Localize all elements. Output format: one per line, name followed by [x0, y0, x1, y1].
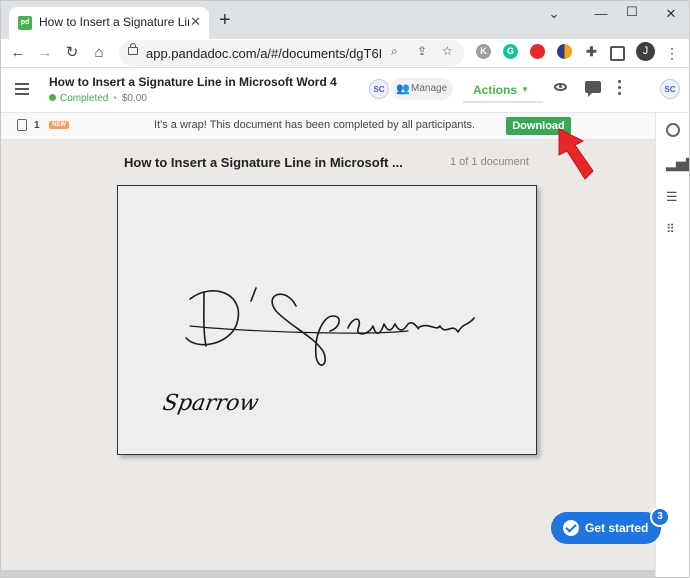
status-dot-icon	[49, 94, 56, 101]
comments-icon[interactable]	[585, 81, 601, 97]
more-options-icon[interactable]	[618, 80, 621, 98]
chevron-down-icon: ▼	[521, 85, 529, 94]
document-title: How to Insert a Signature Line in Micros…	[49, 75, 337, 89]
reload-icon[interactable]: ↻	[61, 42, 83, 64]
document-viewer: How to Insert a Signature Line in Micros…	[1, 140, 655, 570]
lock-icon	[128, 43, 138, 55]
zoom-icon[interactable]: ⌕	[391, 44, 398, 59]
content-library-icon[interactable]	[666, 123, 680, 137]
status-separator: •	[113, 93, 117, 104]
close-window-icon[interactable]: ✕	[656, 6, 686, 22]
completion-message: It's a wrap! This document has been comp…	[154, 119, 476, 131]
tab-title: How to Insert a Signature Line in Micros…	[39, 15, 189, 29]
extensions-puzzle-icon[interactable]: ✚	[584, 44, 599, 59]
actions-button[interactable]: Actions ▼	[463, 79, 543, 103]
actions-label: Actions	[473, 83, 518, 97]
user-avatar[interactable]: SC	[369, 79, 389, 99]
people-icon: 👥	[396, 83, 410, 95]
document-price: $0.00	[121, 93, 147, 104]
extension-k-icon[interactable]: K	[476, 44, 491, 59]
document-count: 1 of 1 document	[450, 156, 529, 168]
check-circle-icon	[563, 520, 579, 536]
forward-icon[interactable]: →	[34, 42, 56, 64]
apps-grid-icon[interactable]: ⠿	[666, 222, 675, 236]
browser-tab[interactable]: pd How to Insert a Signature Line in Mic…	[9, 7, 209, 39]
analytics-bars-icon[interactable]: ▂▅▇	[666, 156, 689, 172]
pandadoc-favicon-icon: pd	[18, 16, 32, 30]
horizontal-scrollbar[interactable]	[1, 570, 655, 577]
bookmark-star-icon[interactable]: ☆	[442, 44, 453, 58]
adblock-icon[interactable]	[530, 44, 545, 59]
app-header: How to Insert a Signature Line in Micros…	[1, 68, 689, 113]
get-started-button[interactable]: Get started	[551, 512, 661, 544]
status-text: Completed	[60, 93, 109, 104]
share-icon[interactable]: ⇪	[417, 44, 427, 58]
browser-menu-icon[interactable]: ⋮	[661, 42, 683, 64]
home-icon[interactable]: ⌂	[88, 42, 110, 64]
red-arrow-annotation	[558, 128, 594, 180]
tab-search-icon[interactable]: ⌄	[539, 6, 569, 22]
extension-pie-icon[interactable]	[557, 44, 572, 59]
fields-list-icon[interactable]: ☰	[666, 189, 678, 205]
address-bar[interactable]: app.pandadoc.com/a/#/documents/dgT6E... …	[119, 40, 464, 66]
pages-icon[interactable]	[17, 119, 27, 131]
manage-label: Manage	[411, 83, 448, 94]
document-heading: How to Insert a Signature Line in Micros…	[124, 155, 403, 170]
url-text: app.pandadoc.com/a/#/documents/dgT6E...	[146, 46, 381, 61]
get-started-label: Get started	[585, 521, 649, 535]
new-tab-icon[interactable]: +	[219, 10, 231, 30]
document-page: Sparrow	[117, 185, 537, 455]
maximize-icon[interactable]: ☐	[617, 4, 647, 20]
close-tab-icon[interactable]: ✕	[190, 14, 201, 30]
small-signature: Sparrow	[160, 391, 261, 416]
side-panel-icon[interactable]	[610, 46, 625, 61]
notification-count-badge: 3	[650, 507, 670, 527]
back-icon[interactable]: ←	[7, 42, 29, 64]
document-status: Completed • $0.00	[49, 93, 147, 104]
minimize-icon[interactable]: —	[586, 6, 616, 21]
manage-button[interactable]: 👥 Manage	[391, 78, 453, 100]
profile-avatar[interactable]: J	[636, 42, 655, 61]
hamburger-menu-icon[interactable]	[15, 83, 29, 98]
tab-strip: pd How to Insert a Signature Line in Mic…	[1, 1, 689, 39]
browser-toolbar: ← → ↻ ⌂ app.pandadoc.com/a/#/documents/d…	[1, 39, 689, 68]
browser-window: pd How to Insert a Signature Line in Mic…	[0, 0, 690, 578]
page-count: 1	[34, 120, 40, 131]
preview-eye-icon[interactable]	[554, 83, 567, 91]
collaborator-avatar[interactable]: SC	[660, 79, 680, 99]
new-badge: NEW	[49, 121, 69, 129]
grammarly-icon[interactable]: G	[503, 44, 518, 59]
